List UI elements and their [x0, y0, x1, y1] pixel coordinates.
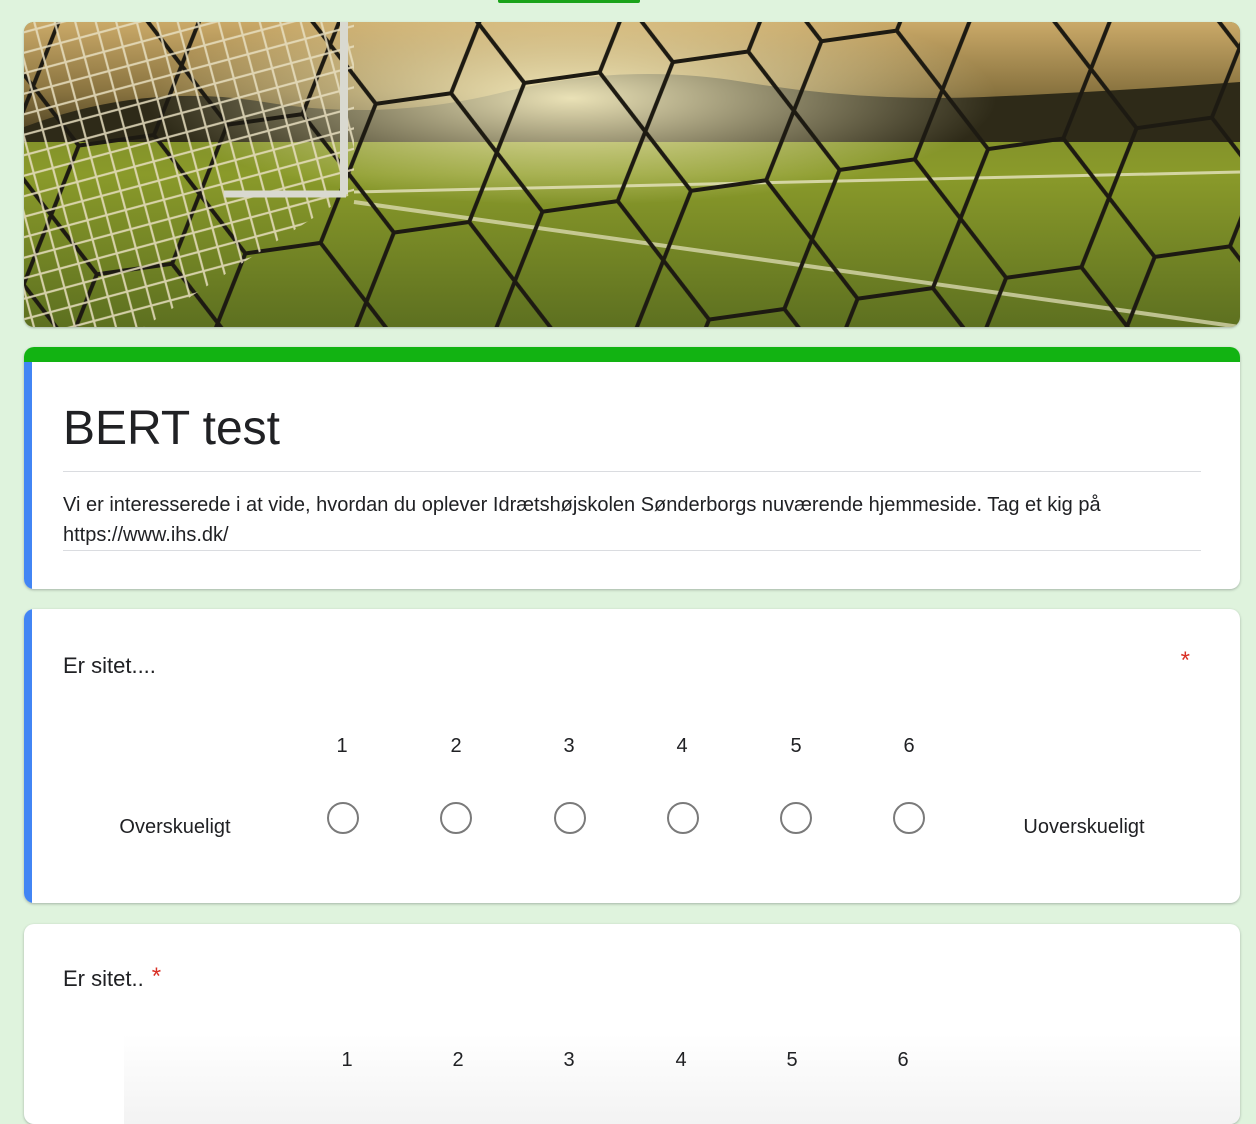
- focus-indicator: [24, 609, 32, 903]
- scale-number: 4: [675, 1049, 687, 1071]
- scale-number: 1: [341, 1049, 353, 1071]
- scale-number: 3: [563, 735, 575, 757]
- question-title: Er sitet.. *: [63, 963, 162, 993]
- scale-number: 2: [452, 1049, 464, 1071]
- scale-number: 2: [450, 735, 462, 757]
- required-asterisk: *: [151, 963, 162, 990]
- header-image: [24, 22, 1240, 327]
- scale-radio-6[interactable]: [893, 802, 925, 834]
- scale-radio-5[interactable]: [780, 802, 812, 834]
- scale-number: 3: [563, 1049, 575, 1071]
- scale-radio-4[interactable]: [667, 802, 699, 834]
- scale-high-label: Uoverskueligt: [1023, 816, 1145, 838]
- scale-number: 5: [786, 1049, 798, 1071]
- scale-number: 1: [336, 735, 348, 757]
- scale-number: 6: [897, 1049, 909, 1071]
- question-title: Er sitet....: [63, 653, 156, 678]
- question-card-1: Er sitet.... * 1 2 3 4 5 6 Overskueligt …: [24, 609, 1240, 903]
- form-title: BERT test: [63, 401, 1201, 472]
- question-card-2: Er sitet.. * 1 2 3 4 5 6: [24, 924, 1240, 1124]
- required-asterisk: *: [1180, 647, 1190, 674]
- scale-low-label: Overskueligt: [119, 816, 231, 838]
- scale-radio-2[interactable]: [440, 802, 472, 834]
- scale-number: 5: [790, 735, 802, 757]
- scale-radio-3[interactable]: [554, 802, 586, 834]
- form-title-card: BERT test Vi er interesserede i at vide,…: [24, 347, 1240, 589]
- scale-radio-1[interactable]: [327, 802, 359, 834]
- active-tab-indicator: [498, 0, 640, 3]
- scale-number: 4: [676, 735, 688, 757]
- focus-indicator: [24, 362, 32, 589]
- form-description: Vi er interesserede i at vide, hvordan d…: [63, 490, 1201, 551]
- scroll-fade: [124, 1034, 1240, 1124]
- scale-number: 6: [903, 735, 915, 757]
- question-title-text: Er sitet..: [63, 966, 144, 991]
- theme-color-bar: [24, 347, 1240, 362]
